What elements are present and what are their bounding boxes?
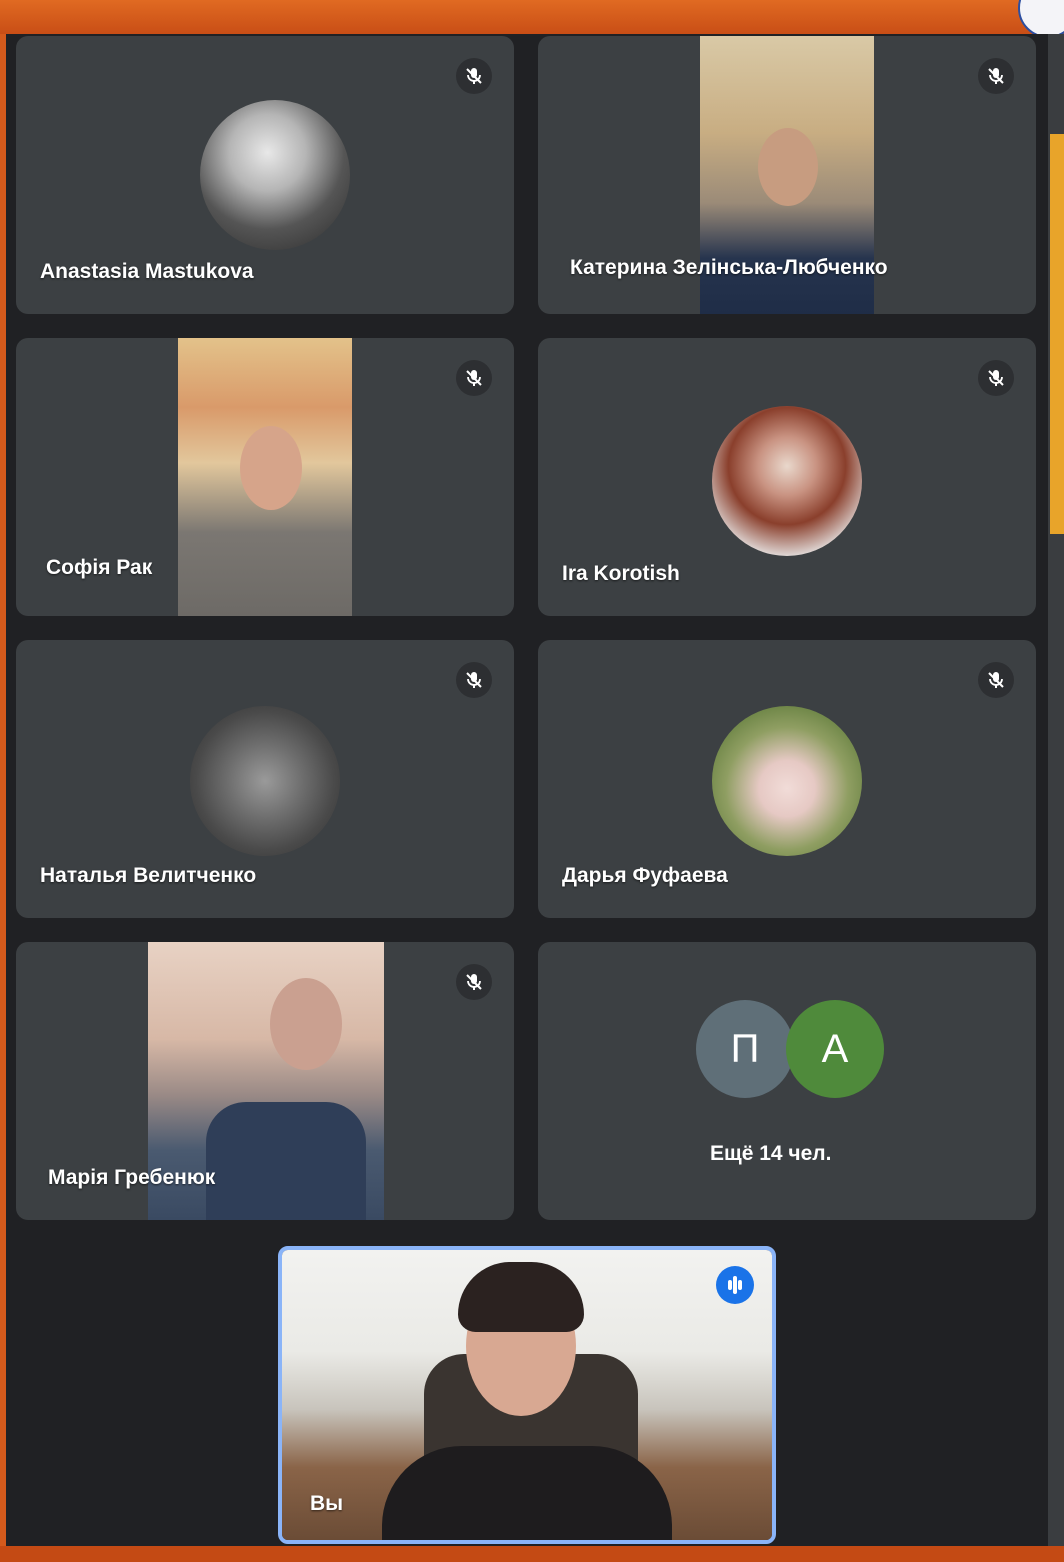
participant-tile[interactable]: Марія Гребенюк (16, 942, 514, 1220)
participant-name: Софія Рак (46, 556, 153, 579)
participant-tile[interactable]: Катерина Зелінська-Любченко (538, 36, 1036, 314)
mic-off-icon (456, 58, 492, 94)
participant-face (270, 978, 342, 1070)
participant-clothing (206, 1102, 366, 1220)
participant-avatar (200, 100, 350, 250)
participant-avatar (712, 406, 862, 556)
participant-name: Наталья Велитченко (40, 864, 257, 887)
speaking-indicator-icon (716, 1266, 754, 1304)
meeting-grid: Anastasia Mastukova Катерина Зелінська-Л… (6, 34, 1048, 1546)
mic-off-icon (978, 58, 1014, 94)
participant-face (240, 426, 302, 510)
participant-avatar (712, 706, 862, 856)
participant-avatar (190, 706, 340, 856)
participant-clothing (382, 1446, 672, 1540)
participant-tile[interactable]: Софія Рак (16, 338, 514, 616)
more-participants-tile[interactable]: П А Ещё 14 чел. (538, 942, 1036, 1220)
participant-tile[interactable]: Ira Korotish (538, 338, 1036, 616)
participant-name: Дарья Фуфаева (562, 864, 728, 887)
self-video (282, 1250, 772, 1540)
slide-accent-bar (1050, 134, 1064, 534)
mic-off-icon (456, 360, 492, 396)
participant-name: Ira Korotish (562, 562, 680, 585)
participant-face (758, 128, 818, 206)
participant-initial-avatar: П (696, 1000, 794, 1098)
mic-off-icon (456, 964, 492, 1000)
participant-tile[interactable]: Наталья Велитченко (16, 640, 514, 918)
mic-off-icon (456, 662, 492, 698)
mic-off-icon (978, 662, 1014, 698)
participant-tile[interactable]: Anastasia Mastukova (16, 36, 514, 314)
more-participants-label: Ещё 14 чел. (710, 1142, 832, 1165)
participant-initial-avatar: А (786, 1000, 884, 1098)
mic-off-icon (978, 360, 1014, 396)
participant-name: Anastasia Mastukova (40, 260, 254, 283)
participant-hair (458, 1262, 584, 1332)
participant-name: Катерина Зелінська-Любченко (570, 256, 888, 279)
slide-top-border (0, 0, 1064, 34)
participant-name: Марія Гребенюк (48, 1166, 216, 1189)
slide-right-edge (1048, 34, 1064, 1546)
self-label: Вы (310, 1492, 344, 1515)
self-video-tile[interactable]: Вы (278, 1246, 776, 1544)
participant-video (178, 338, 352, 616)
participant-tile[interactable]: Дарья Фуфаева (538, 640, 1036, 918)
slide-bottom-border (0, 1546, 1064, 1562)
